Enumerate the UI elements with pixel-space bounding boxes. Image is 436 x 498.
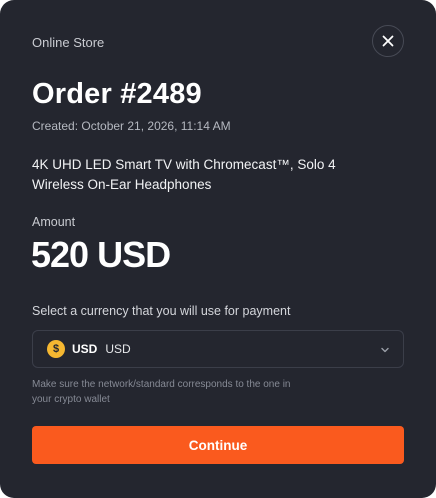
close-icon [382,35,394,47]
order-title: Order #2489 [32,78,202,110]
currency-code: USD [72,342,98,356]
continue-button[interactable]: Continue [32,426,404,464]
currency-name: USD [105,342,131,356]
currency-select-label: Select a currency that you will use for … [32,304,291,318]
order-products: 4K UHD LED Smart TV with Chromecast™, So… [32,157,336,192]
currency-select[interactable]: $ USD USD [32,330,404,368]
amount-value: 520 USD [31,234,171,275]
chevron-down-icon [381,347,389,353]
dollar-coin-icon: $ [47,340,65,358]
close-button[interactable] [372,25,404,57]
payment-modal: Online Store Order #2489 Created: Octobe… [0,0,436,498]
store-name: Online Store [32,35,105,50]
amount-label: Amount [32,215,76,229]
order-created-date: Created: October 21, 2026, 11:14 AM [32,119,231,133]
network-hint: Make sure the network/standard correspon… [32,379,291,405]
